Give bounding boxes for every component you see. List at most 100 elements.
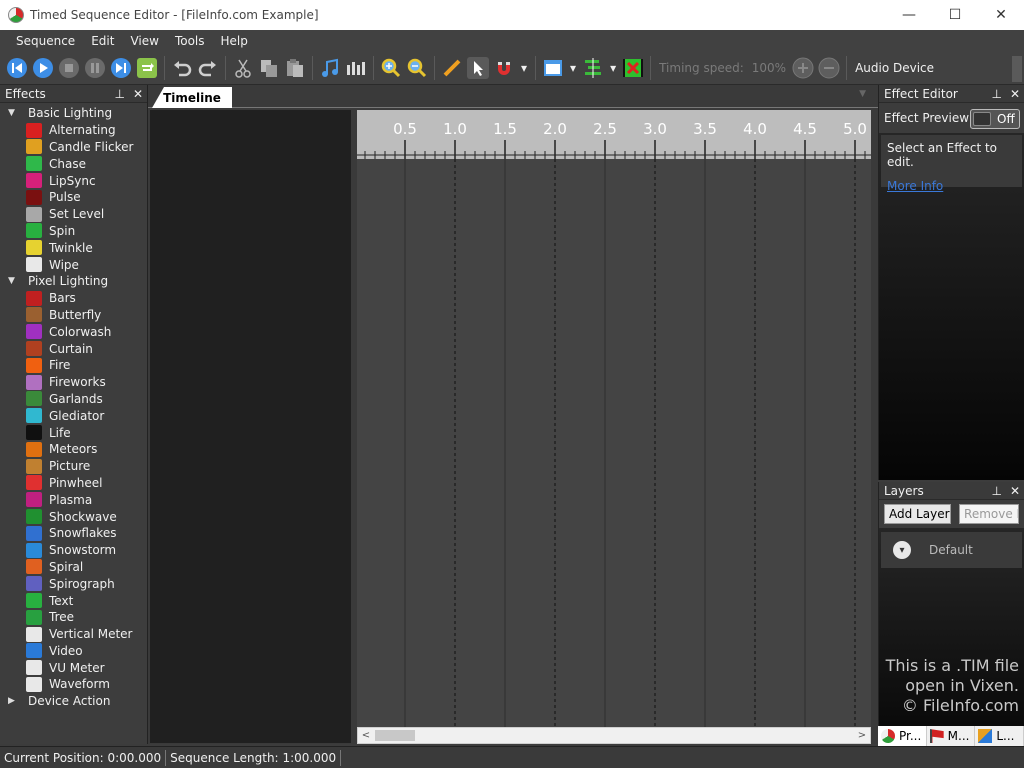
menu-tools[interactable]: Tools — [167, 30, 213, 52]
chevron-down-icon[interactable]: ▼ — [8, 108, 20, 118]
distribute-button[interactable] — [622, 57, 644, 79]
effect-item[interactable]: Fireworks — [0, 374, 147, 391]
effect-item-label: LipSync — [49, 173, 96, 188]
effect-item[interactable]: Chase — [0, 155, 147, 172]
effect-item[interactable]: Wipe — [0, 256, 147, 273]
undo-button[interactable] — [171, 57, 193, 79]
beat-marks-button[interactable] — [345, 57, 367, 79]
redo-button[interactable] — [197, 57, 219, 79]
effect-item[interactable]: Spiral — [0, 559, 147, 576]
element-rows-panel[interactable] — [150, 110, 351, 743]
effect-item[interactable]: Spin — [0, 223, 147, 240]
tab-layers[interactable]: L... — [975, 726, 1024, 746]
loop-button[interactable] — [136, 57, 158, 79]
cut-button[interactable] — [232, 57, 254, 79]
close-window-button[interactable]: ✕ — [978, 0, 1024, 30]
effect-item[interactable]: Alternating — [0, 122, 147, 139]
effect-item[interactable]: Life — [0, 424, 147, 441]
add-layer-button[interactable]: Add Layer — [884, 504, 952, 524]
skip-start-button[interactable] — [6, 57, 28, 79]
effect-item[interactable]: Pinwheel — [0, 475, 147, 492]
effect-item[interactable]: Bars — [0, 290, 147, 307]
effect-item[interactable]: Snowflakes — [0, 525, 147, 542]
tab-dropdown-icon[interactable]: ▼ — [859, 89, 866, 99]
dropdown-caret-icon[interactable]: ▾ — [610, 61, 616, 75]
menu-view[interactable]: View — [122, 30, 166, 52]
scroll-thumb[interactable] — [375, 730, 415, 741]
dropdown-caret-icon[interactable]: ▾ — [521, 61, 527, 75]
effect-item[interactable]: Set Level — [0, 206, 147, 223]
layer-row-default[interactable]: ▾ Default — [881, 532, 1022, 568]
effect-item[interactable]: Spirograph — [0, 575, 147, 592]
maximize-button[interactable]: ☐ — [932, 0, 978, 30]
effect-category[interactable]: ▶ Device Action — [0, 693, 147, 710]
paste-button[interactable] — [284, 57, 306, 79]
toolbar-overflow-grip[interactable] — [1012, 56, 1022, 82]
timeline-grid[interactable]: 0.5 1.0 1.5 2.0 2.5 3.0 3.5 4.0 4.5 5.0 — [357, 110, 871, 727]
effect-item[interactable]: Meteors — [0, 441, 147, 458]
effect-item[interactable]: Waveform — [0, 676, 147, 693]
speed-up-button[interactable] — [792, 57, 814, 79]
effect-item[interactable]: LipSync — [0, 172, 147, 189]
effect-item[interactable]: Pulse — [0, 189, 147, 206]
effect-item[interactable]: Twinkle — [0, 239, 147, 256]
pause-button[interactable] — [84, 57, 106, 79]
effect-item[interactable]: Garlands — [0, 391, 147, 408]
effect-item[interactable]: VU Meter — [0, 659, 147, 676]
menu-edit[interactable]: Edit — [83, 30, 122, 52]
effect-item[interactable]: Fire — [0, 357, 147, 374]
tab-timeline[interactable]: Timeline — [152, 87, 232, 108]
effect-category[interactable]: ▼ Basic Lighting — [0, 105, 147, 122]
select-button[interactable] — [467, 57, 489, 79]
effect-item[interactable]: Curtain — [0, 340, 147, 357]
pin-icon[interactable]: ⊥ — [114, 85, 124, 103]
skip-end-button[interactable] — [110, 57, 132, 79]
pin-icon[interactable]: ⊥ — [991, 85, 1001, 103]
copy-button[interactable] — [258, 57, 280, 79]
effect-item[interactable]: Colorwash — [0, 323, 147, 340]
minimize-button[interactable]: — — [886, 0, 932, 30]
effect-item[interactable]: Snowstorm — [0, 542, 147, 559]
audio-device-label[interactable]: Audio Device — [855, 61, 934, 75]
snap-button[interactable] — [493, 57, 515, 79]
pin-icon[interactable]: ⊥ — [991, 482, 1001, 500]
effect-item[interactable]: Vertical Meter — [0, 626, 147, 643]
effect-preview-toggle[interactable]: Off — [970, 109, 1020, 129]
scroll-left-icon[interactable]: < — [358, 728, 374, 743]
stop-button[interactable] — [58, 57, 80, 79]
draw-button[interactable] — [441, 57, 463, 79]
effect-item[interactable]: Video — [0, 643, 147, 660]
close-icon[interactable]: ✕ — [133, 85, 143, 103]
horizontal-scrollbar[interactable]: < > — [357, 727, 871, 744]
chevron-down-icon[interactable]: ▼ — [8, 276, 20, 286]
chevron-down-icon[interactable]: ▾ — [893, 541, 911, 559]
effect-item[interactable]: Tree — [0, 609, 147, 626]
play-button[interactable] — [32, 57, 54, 79]
scroll-right-icon[interactable]: > — [854, 728, 870, 743]
effect-category[interactable]: ▼ Pixel Lighting — [0, 273, 147, 290]
zoom-in-button[interactable] — [380, 57, 402, 79]
effect-item[interactable]: Shockwave — [0, 508, 147, 525]
zoom-out-button[interactable] — [406, 57, 428, 79]
tab-preview[interactable]: Pr... — [878, 726, 927, 746]
window-layout-button[interactable] — [542, 57, 564, 79]
remove-layer-button[interactable]: Remove Layer — [959, 504, 1019, 524]
dropdown-caret-icon[interactable]: ▾ — [570, 61, 576, 75]
menu-sequence[interactable]: Sequence — [8, 30, 83, 52]
align-button[interactable] — [582, 57, 604, 79]
more-info-link[interactable]: More Info — [887, 179, 1016, 193]
speed-down-button[interactable] — [818, 57, 840, 79]
close-icon[interactable]: ✕ — [1010, 85, 1020, 103]
effect-item[interactable]: Text — [0, 592, 147, 609]
effect-item[interactable]: Glediator — [0, 407, 147, 424]
effect-item[interactable]: Butterfly — [0, 307, 147, 324]
close-icon[interactable]: ✕ — [1010, 482, 1020, 500]
effect-item[interactable]: Picture — [0, 458, 147, 475]
time-ruler[interactable]: 0.5 1.0 1.5 2.0 2.5 3.0 3.5 4.0 4.5 5.0 — [357, 110, 871, 159]
effect-item[interactable]: Plasma — [0, 491, 147, 508]
audio-button[interactable] — [319, 57, 341, 79]
effect-item[interactable]: Candle Flicker — [0, 139, 147, 156]
chevron-right-icon[interactable]: ▶ — [8, 696, 20, 706]
menu-help[interactable]: Help — [213, 30, 256, 52]
tab-marks[interactable]: M... — [927, 726, 976, 746]
